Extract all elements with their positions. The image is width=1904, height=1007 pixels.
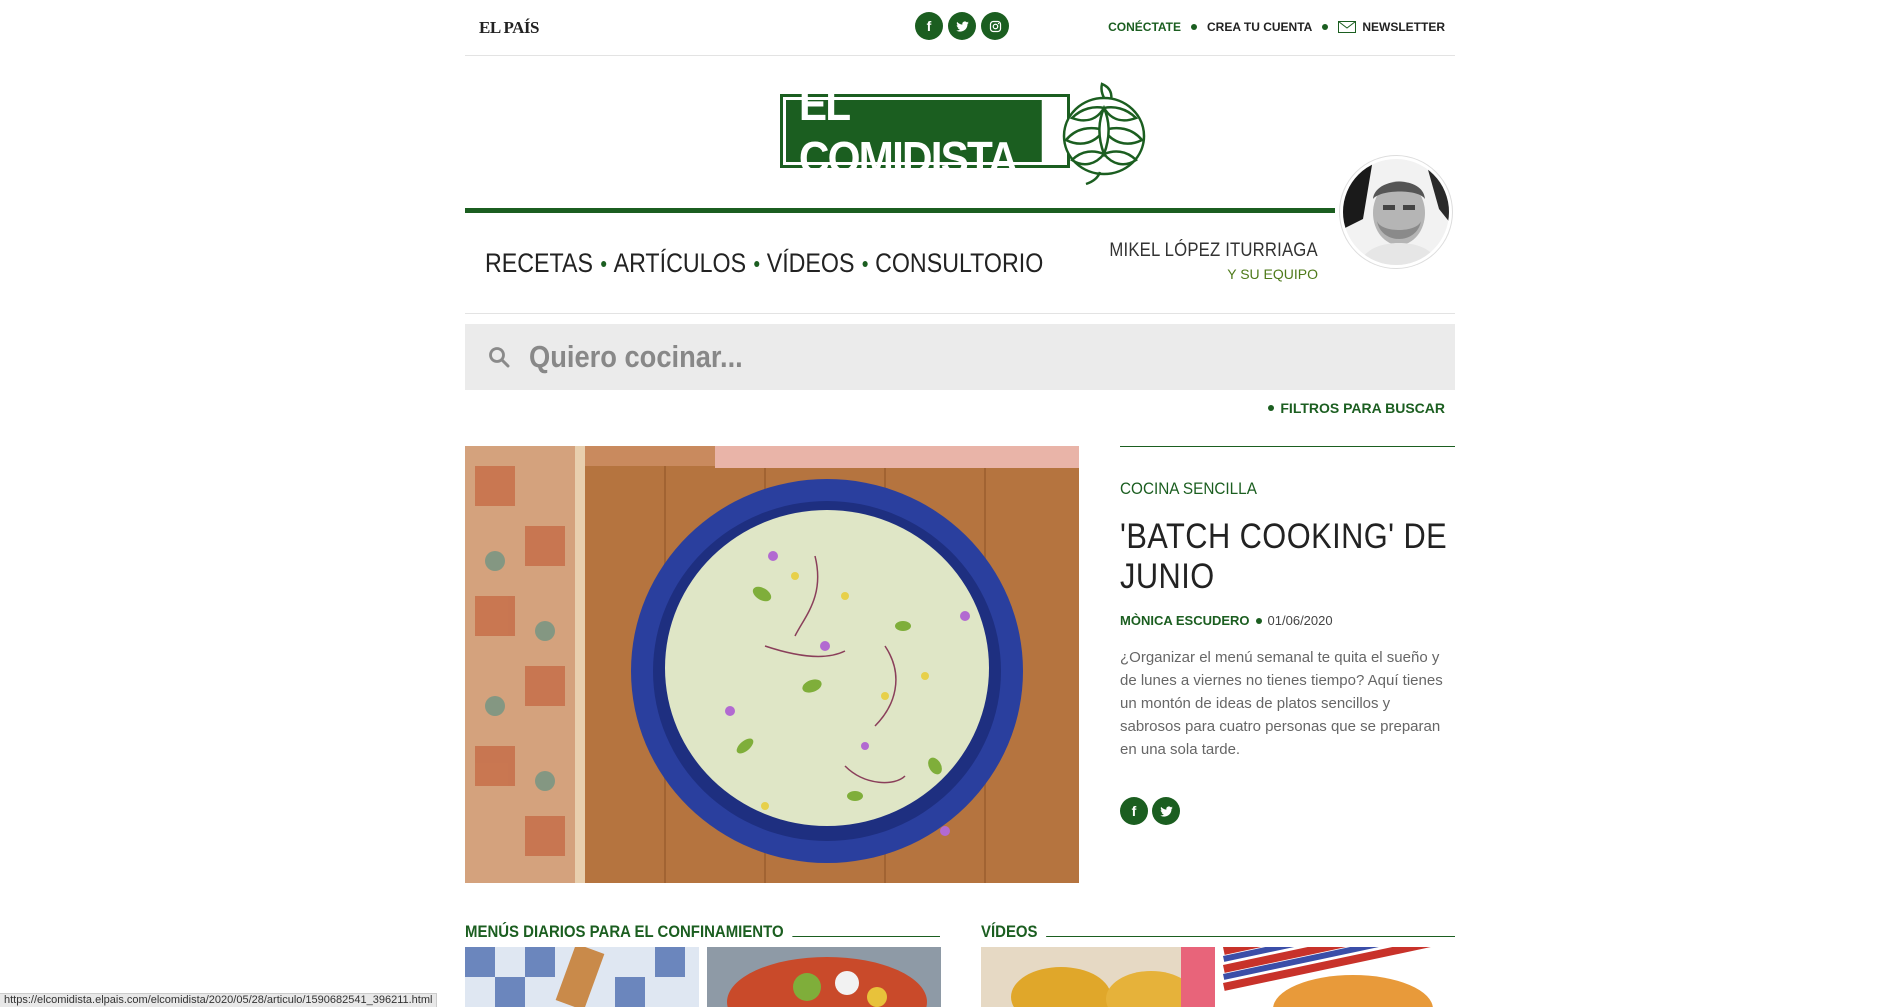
feature-article: COCINA SENCILLA 'BATCH COOKING' DE JUNIO… — [1120, 446, 1455, 825]
connect-link[interactable]: CONÉCTATE — [1108, 20, 1181, 34]
logo-text: EL COMIDISTA — [786, 78, 1042, 184]
mail-icon — [1338, 21, 1357, 33]
article-byline: MÒNICA ESCUDERO 01/06/2020 — [1120, 613, 1455, 628]
videos-section-title[interactable]: VÍDEOS — [981, 922, 1047, 942]
separator-dot — [862, 260, 868, 267]
separator-dot — [1191, 24, 1197, 30]
top-bar: EL PAÍS f CONÉCTATE CREA TU CUENTA NEWSL… — [465, 0, 1455, 56]
search-icon — [489, 347, 510, 368]
header-rule — [465, 208, 1335, 213]
section-rule — [981, 936, 1455, 937]
menu-thumbnail-1[interactable] — [465, 947, 699, 1007]
instagram-icon[interactable] — [981, 12, 1009, 40]
menu-thumbnail-2[interactable] — [707, 947, 941, 1007]
main-nav: RECETAS ARTÍCULOS VÍDEOS CONSULTORIO — [485, 248, 1043, 279]
search-filters-link[interactable]: FILTROS PARA BUSCAR — [1268, 400, 1445, 416]
nav-articulos[interactable]: ARTÍCULOS — [614, 248, 746, 279]
bullet-dot — [1268, 405, 1275, 411]
filters-label: FILTROS PARA BUSCAR — [1280, 400, 1445, 416]
twitter-share-icon[interactable] — [1152, 797, 1180, 825]
author-avatar[interactable] — [1340, 156, 1452, 268]
author-team: Y SU EQUIPO — [1227, 266, 1318, 282]
separator-dot — [600, 260, 606, 267]
newsletter-link[interactable]: NEWSLETTER — [1362, 20, 1445, 34]
article-author[interactable]: MÒNICA ESCUDERO — [1120, 613, 1250, 628]
article-share: f — [1120, 797, 1455, 825]
twitter-icon[interactable] — [948, 12, 976, 40]
video-thumbnail-1[interactable] — [981, 947, 1215, 1007]
article-title[interactable]: 'BATCH COOKING' DE JUNIO — [1120, 517, 1454, 597]
artichoke-icon — [1062, 82, 1146, 186]
article-date: 01/06/2020 — [1267, 613, 1333, 628]
search-bar — [465, 324, 1455, 390]
social-links: f — [915, 12, 1009, 40]
el-comidista-logo[interactable]: EL COMIDISTA — [780, 78, 1150, 188]
logo-box: EL COMIDISTA — [780, 78, 1070, 184]
browser-status-url: https://elcomidista.elpais.com/elcomidis… — [0, 993, 438, 1007]
el-pais-logo[interactable]: EL PAÍS — [479, 18, 539, 38]
nav-videos[interactable]: VÍDEOS — [767, 248, 855, 279]
page: EL PAÍS f CONÉCTATE CREA TU CUENTA NEWSL… — [465, 0, 1457, 1007]
nav-consultorio[interactable]: CONSULTORIO — [875, 248, 1043, 279]
separator-dot — [753, 260, 759, 267]
separator-dot — [1322, 24, 1329, 30]
video-thumbnail-2[interactable] — [1223, 947, 1457, 1007]
menus-section-title[interactable]: MENÚS DIARIOS PARA EL CONFINAMIENTO — [465, 922, 793, 942]
facebook-share-icon[interactable]: f — [1120, 797, 1148, 825]
search-input[interactable] — [529, 339, 1233, 375]
nav-divider — [465, 313, 1455, 314]
create-account-link[interactable]: CREA TU CUENTA — [1207, 20, 1312, 34]
facebook-icon[interactable]: f — [915, 12, 943, 40]
videos-section: VÍDEOS — [981, 922, 1455, 942]
author-credit[interactable]: MIKEL LÓPEZ ITURRIAGA Y SU EQUIPO — [1081, 240, 1318, 282]
author-name: MIKEL LÓPEZ ITURRIAGA — [1109, 240, 1318, 261]
separator-dot — [1255, 617, 1262, 624]
account-links: CONÉCTATE CREA TU CUENTA NEWSLETTER — [1108, 20, 1445, 34]
feature-image[interactable] — [465, 446, 1079, 883]
menus-section: MENÚS DIARIOS PARA EL CONFINAMIENTO — [465, 922, 940, 942]
nav-recetas[interactable]: RECETAS — [485, 248, 593, 279]
article-summary: ¿Organizar el menú semanal te quita el s… — [1120, 649, 1443, 758]
article-kicker[interactable]: COCINA SENCILLA — [1120, 479, 1422, 499]
